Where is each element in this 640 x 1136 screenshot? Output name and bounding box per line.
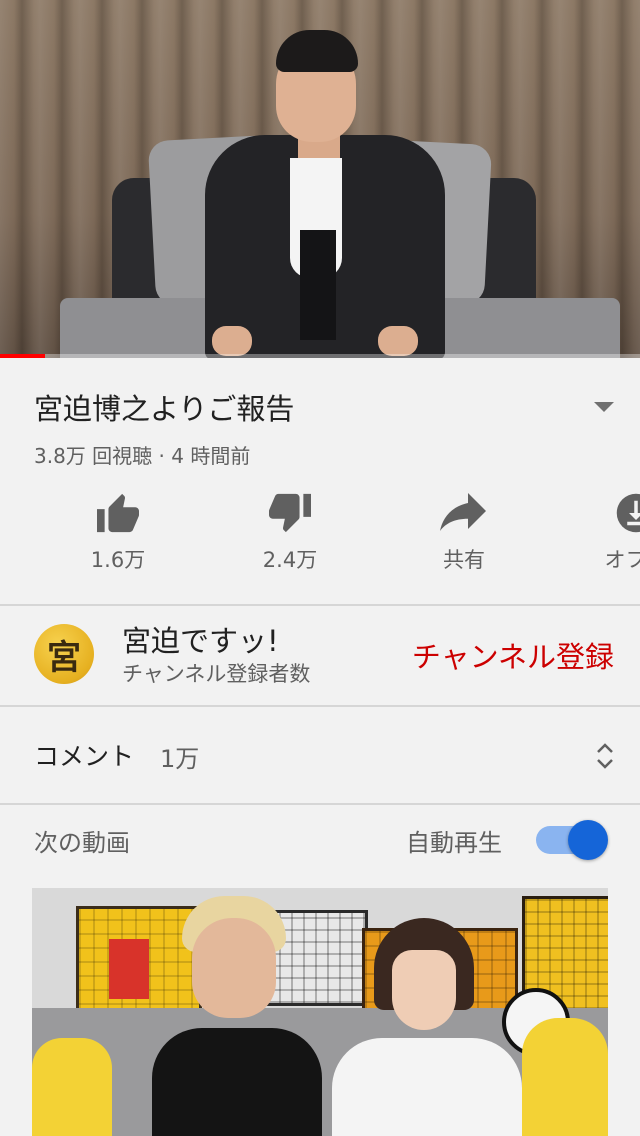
like-count: 1.6万 xyxy=(90,548,146,572)
divider xyxy=(0,803,640,805)
autoplay-toggle-knob xyxy=(568,820,608,860)
share-icon xyxy=(440,493,486,531)
divider xyxy=(0,604,640,606)
view-count: 3.8万 回視聴 xyxy=(34,444,153,468)
like-button[interactable]: 1.6万 xyxy=(38,488,198,574)
download-icon xyxy=(616,493,640,533)
dislike-button[interactable]: 2.4万 xyxy=(210,488,370,574)
offline-button[interactable]: オフラ xyxy=(556,488,640,574)
thumbs-down-icon xyxy=(269,493,311,533)
share-label: 共有 xyxy=(443,548,485,572)
meta-separator: · xyxy=(158,444,165,468)
comments-label: コメント xyxy=(34,742,135,771)
channel-avatar[interactable]: 宮 xyxy=(34,624,94,684)
channel-name[interactable]: 宮迫ですッ! xyxy=(122,618,279,660)
video-title: 宮迫博之よりご報告 xyxy=(34,392,295,426)
share-button[interactable]: 共有 xyxy=(384,488,544,574)
video-meta: 3.8万 回視聴 · 4 時間前 xyxy=(34,440,250,469)
dislike-count: 2.4万 xyxy=(262,548,318,572)
thumbs-up-icon xyxy=(97,493,139,533)
subscribe-button[interactable]: チャンネル登録 xyxy=(412,634,614,676)
expand-collapse-icon[interactable] xyxy=(594,740,616,772)
upload-time: 4 時間前 xyxy=(171,444,251,468)
thumbnail-person-left xyxy=(152,1028,322,1136)
chevron-down-icon[interactable] xyxy=(594,402,614,412)
autoplay-label: 自動再生 xyxy=(406,829,502,857)
video-progress-bar[interactable] xyxy=(0,354,640,358)
next-video-thumbnail[interactable] xyxy=(32,888,608,1136)
divider xyxy=(0,705,640,707)
video-player[interactable] xyxy=(0,0,640,358)
offline-label: オフラ xyxy=(604,548,640,572)
up-next-label: 次の動画 xyxy=(34,829,130,857)
thumbnail-person-right xyxy=(332,1038,522,1136)
comments-count: 1万 xyxy=(160,745,200,773)
channel-subscriber-label: チャンネル登録者数 xyxy=(122,662,311,686)
video-progress-fill xyxy=(0,354,45,358)
